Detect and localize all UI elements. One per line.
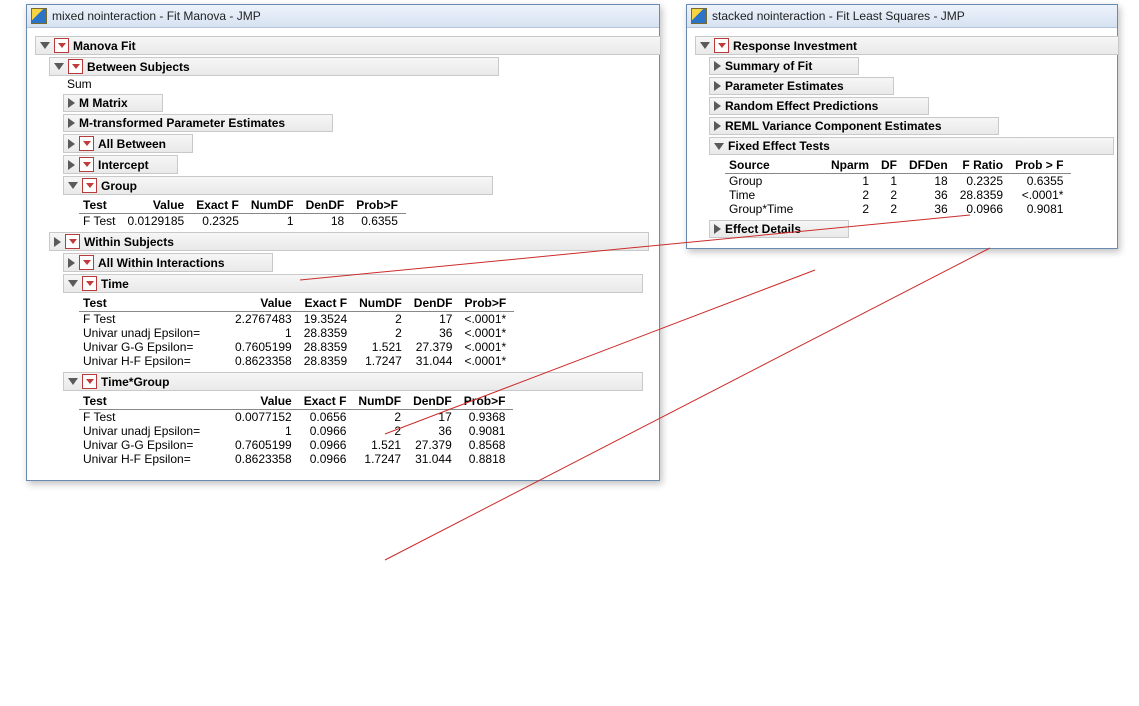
time-table: Test Value Exact F NumDF DenDF Prob>F F … (79, 295, 514, 368)
section-label: M-transformed Parameter Estimates (79, 116, 285, 130)
disclosure-closed-icon[interactable] (68, 98, 75, 108)
section-between-subjects[interactable]: Between Subjects (49, 57, 499, 76)
group-ftest-table: Test Value Exact F NumDF DenDF Prob>F F … (79, 197, 406, 228)
section-all-within-interactions[interactable]: All Within Interactions (63, 253, 273, 272)
section-label: All Between (98, 137, 166, 151)
section-label: Effect Details (725, 222, 801, 236)
least-squares-window: stacked nointeraction - Fit Least Square… (686, 4, 1118, 249)
col-probf: Prob>F (352, 197, 406, 214)
titlebar-left[interactable]: mixed nointeraction - Fit Manova - JMP (27, 5, 659, 28)
col-value: Value (123, 197, 192, 214)
section-parameter-estimates[interactable]: Parameter Estimates (709, 77, 894, 95)
table-row: Group*Time22360.09660.9081 (725, 202, 1071, 216)
window-title: stacked nointeraction - Fit Least Square… (712, 9, 965, 23)
window-title: mixed nointeraction - Fit Manova - JMP (52, 9, 261, 23)
jmp-icon (31, 8, 47, 24)
table-row: Univar unadj Epsilon=128.8359236<.0001* (79, 326, 514, 340)
section-label: Parameter Estimates (725, 79, 844, 93)
disclosure-closed-icon[interactable] (68, 258, 75, 268)
section-effect-details[interactable]: Effect Details (709, 220, 849, 238)
hotspot-icon[interactable] (79, 255, 94, 270)
disclosure-closed-icon[interactable] (714, 121, 721, 131)
disclosure-closed-icon[interactable] (54, 237, 61, 247)
table-row: F Test 0.0129185 0.2325 1 18 0.6355 (79, 214, 406, 229)
section-label: All Within Interactions (98, 256, 225, 270)
disclosure-closed-icon[interactable] (68, 139, 75, 149)
section-label: Group (101, 179, 137, 193)
disclosure-closed-icon[interactable] (714, 101, 721, 111)
table-row: Univar unadj Epsilon=10.09662360.9081 (79, 424, 513, 438)
section-response-investment[interactable]: Response Investment (695, 36, 1119, 55)
disclosure-closed-icon[interactable] (68, 118, 75, 128)
hotspot-icon[interactable] (82, 374, 97, 389)
left-content: Manova Fit Between Subjects Sum M Matrix… (27, 28, 659, 480)
section-manova-fit[interactable]: Manova Fit (35, 36, 661, 55)
table-row: Univar G-G Epsilon=0.76051990.09661.5212… (79, 438, 513, 452)
hotspot-icon[interactable] (54, 38, 69, 53)
section-fixed-effect-tests[interactable]: Fixed Effect Tests (709, 137, 1114, 155)
hotspot-icon[interactable] (714, 38, 729, 53)
titlebar-right[interactable]: stacked nointeraction - Fit Least Square… (687, 5, 1117, 28)
section-within-subjects[interactable]: Within Subjects (49, 232, 649, 251)
hotspot-icon[interactable] (65, 234, 80, 249)
section-group[interactable]: Group (63, 176, 493, 195)
disclosure-closed-icon[interactable] (714, 81, 721, 91)
col-exactf: Exact F (192, 197, 247, 214)
section-label: Within Subjects (84, 235, 174, 249)
fixed-effect-table: Source Nparm DF DFDen F Ratio Prob > F G… (725, 157, 1071, 216)
section-label: M Matrix (79, 96, 128, 110)
table-row: F Test0.00771520.06562170.9368 (79, 410, 513, 425)
disclosure-closed-icon[interactable] (68, 160, 75, 170)
hotspot-icon[interactable] (79, 157, 94, 172)
section-reml-variance[interactable]: REML Variance Component Estimates (709, 117, 999, 135)
section-label: Between Subjects (87, 60, 190, 74)
manova-window: mixed nointeraction - Fit Manova - JMP M… (26, 4, 660, 481)
disclosure-open-icon[interactable] (714, 143, 724, 150)
section-label: Time (101, 277, 129, 291)
section-label: Summary of Fit (725, 59, 812, 73)
table-row: Time223628.8359<.0001* (725, 188, 1071, 202)
section-label: Manova Fit (73, 39, 136, 53)
col-test: Test (79, 197, 123, 214)
hotspot-icon[interactable] (79, 136, 94, 151)
disclosure-closed-icon[interactable] (714, 61, 721, 71)
disclosure-open-icon[interactable] (68, 378, 78, 385)
table-row: Group11180.23250.6355 (725, 174, 1071, 189)
section-time[interactable]: Time (63, 274, 643, 293)
disclosure-open-icon[interactable] (68, 280, 78, 287)
hotspot-icon[interactable] (68, 59, 83, 74)
section-label: Fixed Effect Tests (728, 139, 830, 153)
col-dendf: DenDF (302, 197, 353, 214)
table-row: Univar H-F Epsilon=0.86233580.09661.7247… (79, 452, 513, 466)
section-label: Random Effect Predictions (725, 99, 878, 113)
section-all-between[interactable]: All Between (63, 134, 193, 153)
section-label: Intercept (98, 158, 149, 172)
disclosure-open-icon[interactable] (54, 63, 64, 70)
disclosure-open-icon[interactable] (40, 42, 50, 49)
section-label: Time*Group (101, 375, 169, 389)
timegroup-table: Test Value Exact F NumDF DenDF Prob>F F … (79, 393, 513, 466)
section-time-group[interactable]: Time*Group (63, 372, 643, 391)
disclosure-open-icon[interactable] (700, 42, 710, 49)
section-random-effect-predictions[interactable]: Random Effect Predictions (709, 97, 929, 115)
table-row: Univar H-F Epsilon=0.862335828.83591.724… (79, 354, 514, 368)
sum-label: Sum (49, 76, 651, 92)
disclosure-closed-icon[interactable] (714, 224, 721, 234)
table-row: Univar G-G Epsilon=0.760519928.83591.521… (79, 340, 514, 354)
right-content: Response Investment Summary of Fit Param… (687, 28, 1117, 248)
section-m-matrix[interactable]: M Matrix (63, 94, 163, 112)
section-label: Response Investment (733, 39, 857, 53)
section-label: REML Variance Component Estimates (725, 119, 942, 133)
section-summary-of-fit[interactable]: Summary of Fit (709, 57, 859, 75)
section-intercept[interactable]: Intercept (63, 155, 178, 174)
jmp-icon (691, 8, 707, 24)
hotspot-icon[interactable] (82, 178, 97, 193)
section-m-transformed[interactable]: M-transformed Parameter Estimates (63, 114, 333, 132)
table-row: F Test2.276748319.3524217<.0001* (79, 312, 514, 327)
col-numdf: NumDF (247, 197, 302, 214)
hotspot-icon[interactable] (82, 276, 97, 291)
disclosure-open-icon[interactable] (68, 182, 78, 189)
